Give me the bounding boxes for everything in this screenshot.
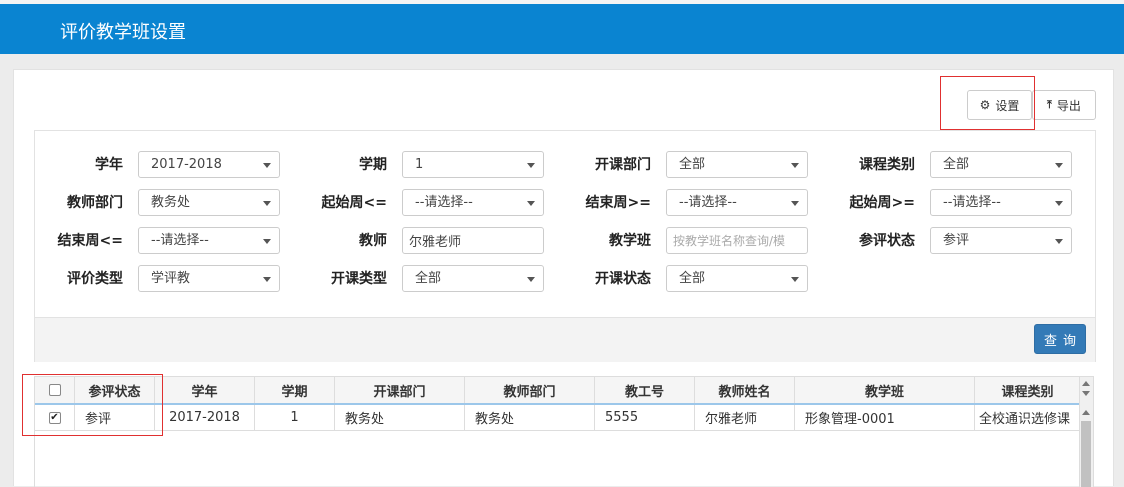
select-jieshuzhou-le-value: --请选择-- bbox=[151, 233, 209, 248]
filter-label-jiaoshibumen: 教师部门 bbox=[67, 195, 123, 211]
export-icon: ⤒ bbox=[1047, 98, 1052, 111]
gear-icon: ⚙ bbox=[979, 98, 991, 112]
select-canpingzhuangtai[interactable]: 参评 bbox=[930, 227, 1072, 254]
cell-jiaoxueban: 形象管理-0001 bbox=[795, 405, 975, 430]
filter-label-xuenian: 学年 bbox=[95, 157, 123, 173]
check-icon: ✔ bbox=[50, 411, 59, 423]
chevron-down-icon bbox=[263, 239, 271, 244]
export-button-label: 导出 bbox=[1056, 98, 1081, 113]
settings-button-label: 设置 bbox=[995, 98, 1020, 113]
table-row[interactable]: ✔ 参评 2017-2018 1 教务处 教务处 5555 尔雅老师 形象管理-… bbox=[35, 405, 1093, 431]
select-jieshuzhou-ge-value: --请选择-- bbox=[679, 195, 737, 210]
chevron-down-icon bbox=[791, 163, 799, 168]
filter-label-jieshuzhou-ge: 结束周>= bbox=[585, 195, 651, 211]
filter-label-qishizhou-ge: 起始周>= bbox=[849, 195, 915, 211]
select-jieshuzhou-le[interactable]: --请选择-- bbox=[138, 227, 280, 254]
chevron-down-icon bbox=[263, 277, 271, 282]
chevron-down-icon bbox=[791, 277, 799, 282]
filter-label-kechengleibie: 课程类别 bbox=[859, 157, 915, 173]
column-header[interactable]: 参评状态 bbox=[75, 377, 155, 403]
column-header[interactable]: 学年 bbox=[155, 377, 255, 403]
select-kaikeleixing[interactable]: 全部 bbox=[402, 265, 544, 292]
select-jiaoshibumen[interactable]: 教务处 bbox=[138, 189, 280, 216]
page-title: 评价教学班设置 bbox=[60, 22, 186, 43]
cell-jiaogonghao: 5555 bbox=[595, 405, 695, 430]
grid-header: 参评状态 学年 学期 开课部门 教师部门 教工号 教师姓名 教学班 课程类别 bbox=[35, 377, 1093, 405]
select-xuenian-value: 2017-2018 bbox=[151, 157, 222, 172]
grid-scrollbar[interactable] bbox=[1079, 377, 1093, 487]
chevron-down-icon bbox=[1055, 201, 1063, 206]
select-xueqi[interactable]: 1 bbox=[402, 151, 544, 178]
filter-label-pingjialeixing: 评价类型 bbox=[67, 271, 123, 287]
column-header[interactable]: 教师部门 bbox=[465, 377, 595, 403]
column-header[interactable]: 教工号 bbox=[595, 377, 695, 403]
select-qishizhou-le[interactable]: --请选择-- bbox=[402, 189, 544, 216]
select-jiaoshibumen-value: 教务处 bbox=[151, 195, 191, 210]
select-pingjialeixing[interactable]: 学评教 bbox=[138, 265, 280, 292]
main-panel: ⚙ 设置 ⤒ 导出 学年 2017-2018 学期 1 开课部门 全部 课程类别… bbox=[13, 69, 1114, 487]
column-header[interactable]: 教学班 bbox=[795, 377, 975, 403]
select-all-cell bbox=[35, 377, 75, 403]
filter-form: 学年 2017-2018 学期 1 开课部门 全部 课程类别 全部 教师部门 教… bbox=[34, 130, 1096, 362]
chevron-down-icon bbox=[527, 163, 535, 168]
select-xuenian[interactable]: 2017-2018 bbox=[138, 151, 280, 178]
column-header[interactable]: 教师姓名 bbox=[695, 377, 795, 403]
chevron-down-icon bbox=[527, 277, 535, 282]
chevron-down-icon bbox=[1055, 163, 1063, 168]
select-canpingzhuangtai-value: 参评 bbox=[943, 233, 970, 248]
select-kaikeleixing-value: 全部 bbox=[415, 271, 442, 286]
settings-button[interactable]: ⚙ 设置 bbox=[967, 90, 1032, 120]
filter-label-xueqi: 学期 bbox=[359, 157, 387, 173]
select-kaikezhuangtai[interactable]: 全部 bbox=[666, 265, 808, 292]
filter-label-kaikezhuangtai: 开课状态 bbox=[595, 271, 651, 287]
select-kaikebumen[interactable]: 全部 bbox=[666, 151, 808, 178]
teacher-input[interactable] bbox=[402, 227, 544, 254]
chevron-down-icon bbox=[263, 163, 271, 168]
page-header: 评价教学班设置 bbox=[0, 4, 1124, 54]
cell-kaikebumen: 教务处 bbox=[335, 405, 465, 430]
select-pingjialeixing-value: 学评教 bbox=[151, 271, 191, 286]
cell-xueqi: 1 bbox=[255, 405, 335, 430]
chevron-down-icon bbox=[527, 201, 535, 206]
select-qishizhou-le-value: --请选择-- bbox=[415, 195, 473, 210]
select-kechengleibie-value: 全部 bbox=[943, 157, 970, 172]
column-header[interactable]: 开课部门 bbox=[335, 377, 465, 403]
chevron-down-icon bbox=[263, 201, 271, 206]
teaching-class-search-input[interactable] bbox=[666, 227, 808, 254]
cell-jiaoshibumen: 教务处 bbox=[465, 405, 595, 430]
filter-label-jiaoxueban: 教学班 bbox=[609, 233, 651, 249]
select-jieshuzhou-ge[interactable]: --请选择-- bbox=[666, 189, 808, 216]
query-button[interactable]: 查询 bbox=[1034, 324, 1086, 354]
cell-jiaoshixingming: 尔雅老师 bbox=[695, 405, 795, 430]
scroll-down-arrow-icon[interactable] bbox=[1082, 391, 1090, 396]
filter-label-jieshuzhou-le: 结束周<= bbox=[57, 233, 123, 249]
export-button[interactable]: ⤒ 导出 bbox=[1032, 90, 1096, 120]
column-header[interactable]: 学期 bbox=[255, 377, 335, 403]
cell-kechengleibie: 全校通识选修课 bbox=[975, 405, 1081, 430]
row-checkbox[interactable]: ✔ bbox=[48, 411, 61, 424]
cell-canping-status: 参评 bbox=[75, 405, 155, 430]
select-all-checkbox[interactable] bbox=[48, 384, 61, 396]
chevron-down-icon bbox=[1055, 239, 1063, 244]
cell-xuenian: 2017-2018 bbox=[155, 405, 255, 430]
filter-label-kaikeleixing: 开课类型 bbox=[331, 271, 387, 287]
scroll-up-arrow-icon[interactable] bbox=[1082, 381, 1090, 386]
select-kechengleibie[interactable]: 全部 bbox=[930, 151, 1072, 178]
filter-footer bbox=[35, 317, 1095, 362]
filter-label-qishizhou-le: 起始周<= bbox=[321, 195, 387, 211]
select-qishizhou-ge[interactable]: --请选择-- bbox=[930, 189, 1072, 216]
scrollbar-thumb[interactable] bbox=[1081, 421, 1091, 487]
results-grid: 参评状态 学年 学期 开课部门 教师部门 教工号 教师姓名 教学班 课程类别 ✔… bbox=[34, 376, 1094, 487]
column-header[interactable]: 课程类别 bbox=[975, 377, 1081, 403]
select-xueqi-value: 1 bbox=[415, 157, 424, 172]
filter-label-canpingzhuangtai: 参评状态 bbox=[859, 233, 915, 249]
filter-label-kaikebumen: 开课部门 bbox=[595, 157, 651, 173]
scroll-up-arrow-icon[interactable] bbox=[1082, 410, 1090, 415]
filter-label-jiaoshi: 教师 bbox=[359, 233, 387, 249]
row-select-cell: ✔ bbox=[35, 405, 75, 430]
select-kaikezhuangtai-value: 全部 bbox=[679, 271, 706, 286]
select-qishizhou-ge-value: --请选择-- bbox=[943, 195, 1001, 210]
select-kaikebumen-value: 全部 bbox=[679, 157, 706, 172]
chevron-down-icon bbox=[791, 201, 799, 206]
